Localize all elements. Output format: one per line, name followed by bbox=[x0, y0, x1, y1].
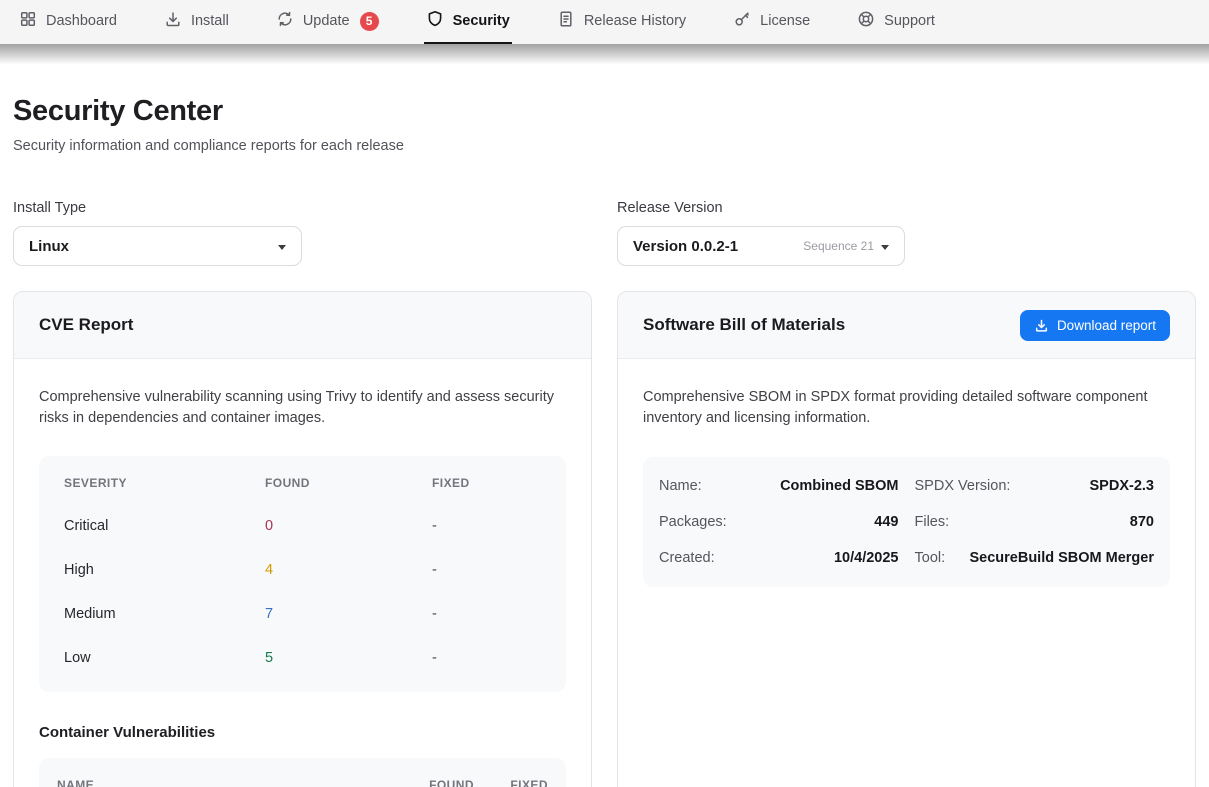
release-version-label: Release Version bbox=[617, 200, 1196, 216]
table-row-low: Low 5 - bbox=[39, 636, 566, 680]
release-version-select[interactable]: Version 0.0.2-1 Sequence 21 bbox=[617, 226, 905, 266]
cve-description: Comprehensive vulnerability scanning usi… bbox=[39, 387, 566, 430]
container-vulnerabilities-header: NAME FOUND FIXED bbox=[39, 758, 566, 787]
document-icon bbox=[557, 10, 575, 32]
cve-card-body: Comprehensive vulnerability scanning usi… bbox=[14, 359, 591, 787]
fixed-value: - bbox=[432, 518, 541, 534]
cve-card-title: CVE Report bbox=[39, 315, 133, 335]
col-severity: SEVERITY bbox=[64, 476, 265, 490]
download-report-label: Download report bbox=[1057, 318, 1156, 333]
install-type-value: Linux bbox=[29, 238, 69, 255]
tab-label: Install bbox=[191, 13, 229, 29]
found-value: 5 bbox=[265, 650, 432, 666]
detail-value: 10/4/2025 bbox=[834, 550, 899, 566]
fixed-value: - bbox=[432, 562, 541, 578]
sbom-detail-packages: Packages: 449 bbox=[659, 504, 899, 540]
detail-value: Combined SBOM bbox=[780, 478, 898, 494]
severity-label: Critical bbox=[64, 518, 265, 534]
sbom-description: Comprehensive SBOM in SPDX format provid… bbox=[643, 387, 1170, 430]
tab-security[interactable]: Security bbox=[424, 0, 512, 44]
update-count-badge: 5 bbox=[360, 12, 379, 31]
severity-label: Medium bbox=[64, 606, 265, 622]
nav-shadow bbox=[0, 44, 1209, 64]
tab-update[interactable]: Update 5 bbox=[274, 0, 381, 44]
sbom-details-grid: Name: Combined SBOM SPDX Version: SPDX-2… bbox=[643, 457, 1170, 587]
col-found: FOUND bbox=[412, 778, 474, 787]
sbom-card-body: Comprehensive SBOM in SPDX format provid… bbox=[618, 359, 1195, 615]
download-icon bbox=[1034, 318, 1049, 333]
sbom-card-title: Software Bill of Materials bbox=[643, 315, 845, 335]
install-type-label: Install Type bbox=[13, 200, 592, 216]
chevron-down-icon bbox=[881, 245, 889, 250]
found-value: 7 bbox=[265, 606, 432, 622]
detail-value: 449 bbox=[874, 514, 898, 530]
detail-label: Files: bbox=[915, 514, 950, 530]
tab-label: Security bbox=[453, 13, 510, 29]
sbom-detail-created: Created: 10/4/2025 bbox=[659, 540, 899, 576]
severity-table-header: SEVERITY FOUND FIXED bbox=[39, 462, 566, 504]
tab-release-history[interactable]: Release History bbox=[555, 0, 688, 44]
install-type-group: Install Type Linux bbox=[13, 200, 592, 266]
detail-label: Created: bbox=[659, 550, 715, 566]
detail-label: SPDX Version: bbox=[915, 478, 1011, 494]
main-content: Security Center Security information and… bbox=[0, 95, 1209, 787]
col-fixed: FIXED bbox=[494, 778, 548, 787]
tab-install[interactable]: Install bbox=[162, 0, 231, 44]
key-icon bbox=[733, 10, 751, 32]
severity-label: High bbox=[64, 562, 265, 578]
sbom-detail-files: Files: 870 bbox=[915, 504, 1155, 540]
top-nav: Dashboard Install Update 5 Security bbox=[0, 0, 1209, 44]
download-report-button[interactable]: Download report bbox=[1020, 310, 1170, 341]
shield-icon bbox=[426, 10, 444, 32]
detail-label: Name: bbox=[659, 478, 702, 494]
dashboard-grid-icon bbox=[19, 10, 37, 32]
sbom-card-header: Software Bill of Materials Download repo… bbox=[618, 292, 1195, 359]
sbom-card: Software Bill of Materials Download repo… bbox=[617, 291, 1196, 787]
sbom-detail-tool: Tool: SecureBuild SBOM Merger bbox=[915, 540, 1155, 576]
container-vulnerabilities-title: Container Vulnerabilities bbox=[39, 724, 566, 741]
cve-report-card: CVE Report Comprehensive vulnerability s… bbox=[13, 291, 592, 787]
lifebuoy-icon bbox=[857, 10, 875, 32]
detail-label: Tool: bbox=[915, 550, 946, 566]
refresh-icon bbox=[276, 10, 294, 32]
tab-license[interactable]: License bbox=[731, 0, 812, 44]
sequence-label: Sequence 21 bbox=[803, 239, 874, 253]
detail-value: SPDX-2.3 bbox=[1090, 478, 1154, 494]
detail-value: SecureBuild SBOM Merger bbox=[969, 550, 1154, 566]
tab-label: Dashboard bbox=[46, 13, 117, 29]
found-value: 4 bbox=[265, 562, 432, 578]
filters-row: Install Type Linux Release Version Versi… bbox=[13, 200, 1196, 266]
cards-row: CVE Report Comprehensive vulnerability s… bbox=[13, 291, 1196, 787]
release-version-group: Release Version Version 0.0.2-1 Sequence… bbox=[617, 200, 1196, 266]
sbom-detail-name: Name: Combined SBOM bbox=[659, 468, 899, 504]
table-row-high: High 4 - bbox=[39, 548, 566, 592]
tab-label: Update bbox=[303, 13, 350, 29]
sbom-detail-spdx-version: SPDX Version: SPDX-2.3 bbox=[915, 468, 1155, 504]
detail-value: 870 bbox=[1130, 514, 1154, 530]
tab-label: License bbox=[760, 13, 810, 29]
tab-dashboard[interactable]: Dashboard bbox=[17, 0, 119, 44]
table-row-medium: Medium 7 - bbox=[39, 592, 566, 636]
release-version-value: Version 0.0.2-1 bbox=[633, 238, 738, 255]
page-title: Security Center bbox=[13, 95, 1196, 128]
detail-label: Packages: bbox=[659, 514, 727, 530]
chevron-down-icon bbox=[278, 245, 286, 250]
col-fixed: FIXED bbox=[432, 476, 541, 490]
found-value: 0 bbox=[265, 518, 432, 534]
tab-label: Release History bbox=[584, 13, 686, 29]
install-type-select[interactable]: Linux bbox=[13, 226, 302, 266]
fixed-value: - bbox=[432, 606, 541, 622]
tab-support[interactable]: Support bbox=[855, 0, 937, 44]
severity-table: SEVERITY FOUND FIXED Critical 0 - High 4… bbox=[39, 456, 566, 692]
tab-label: Support bbox=[884, 13, 935, 29]
severity-label: Low bbox=[64, 650, 265, 666]
cve-card-header: CVE Report bbox=[14, 292, 591, 359]
page-subtitle: Security information and compliance repo… bbox=[13, 138, 1196, 154]
table-row-critical: Critical 0 - bbox=[39, 504, 566, 548]
fixed-value: - bbox=[432, 650, 541, 666]
download-icon bbox=[164, 10, 182, 32]
col-found: FOUND bbox=[265, 476, 432, 490]
col-name: NAME bbox=[57, 778, 392, 787]
